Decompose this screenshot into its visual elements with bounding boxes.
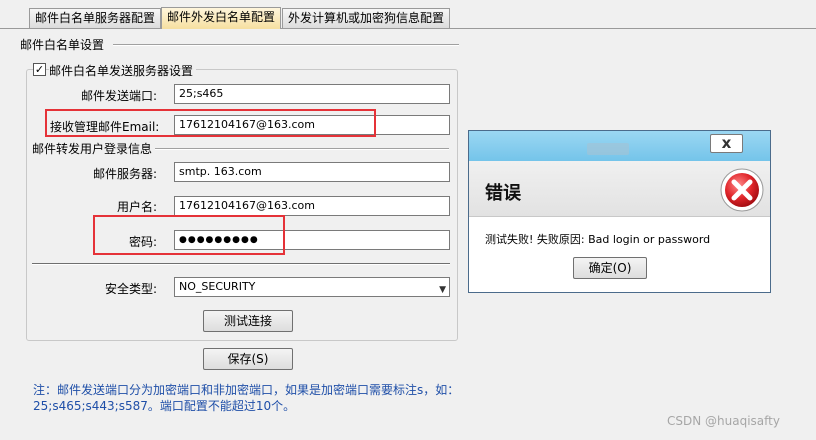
dialog-title-redacted: [587, 143, 629, 155]
security-separator: [32, 263, 450, 265]
dialog-titlebar[interactable]: x: [469, 131, 770, 161]
server-settings-checkbox[interactable]: ✓: [33, 63, 46, 76]
port-label: 邮件发送端口:: [80, 89, 157, 103]
login-section-title: 邮件转发用户登录信息: [32, 142, 153, 156]
tab-computer-dongle[interactable]: 外发计算机或加密狗信息配置: [282, 8, 451, 28]
highlight-receiver-email: [45, 109, 376, 137]
save-button[interactable]: 保存(S): [203, 348, 293, 370]
port-input[interactable]: 25;s465: [174, 84, 450, 104]
security-type-label: 安全类型:: [104, 282, 157, 296]
error-dialog: x 错误 测试失败! 失败原因: Bad login or password 确…: [468, 130, 771, 293]
error-icon: [719, 167, 765, 216]
username-input[interactable]: 17612104167@163.com: [174, 196, 450, 216]
chevron-down-icon[interactable]: ▼: [439, 281, 446, 299]
security-type-value: NO_SECURITY: [179, 280, 256, 293]
dialog-message: 测试失败! 失败原因: Bad login or password: [485, 233, 711, 246]
mail-server-label: 邮件服务器:: [92, 167, 157, 181]
tab-outbound-whitelist[interactable]: 邮件外发白名单配置: [161, 7, 282, 29]
highlight-password: [93, 215, 285, 255]
close-icon[interactable]: x: [710, 134, 743, 153]
username-label: 用户名:: [116, 200, 157, 214]
dialog-heading: 错误: [485, 183, 521, 204]
section-divider: [113, 44, 459, 46]
section-title: 邮件白名单设置: [20, 38, 105, 52]
port-note: 注：邮件发送端口分为加密端口和非加密端口，如果是加密端口需要标注s，如：25;s…: [33, 383, 460, 413]
mail-server-input[interactable]: smtp. 163.com: [174, 162, 450, 182]
tab-whitelist-server[interactable]: 邮件白名单服务器配置: [29, 8, 162, 28]
security-type-select[interactable]: NO_SECURITY ▼: [174, 277, 450, 297]
dialog-ok-button[interactable]: 确定(O): [573, 257, 647, 279]
login-section-divider: [155, 148, 449, 150]
server-settings-checkbox-label[interactable]: 邮件白名单发送服务器设置: [49, 62, 197, 79]
test-connection-button[interactable]: 测试连接: [203, 310, 293, 332]
tab-strip: 邮件白名单服务器配置 邮件外发白名单配置 外发计算机或加密狗信息配置: [0, 0, 816, 30]
watermark: CSDN @huaqisafty: [667, 414, 780, 428]
